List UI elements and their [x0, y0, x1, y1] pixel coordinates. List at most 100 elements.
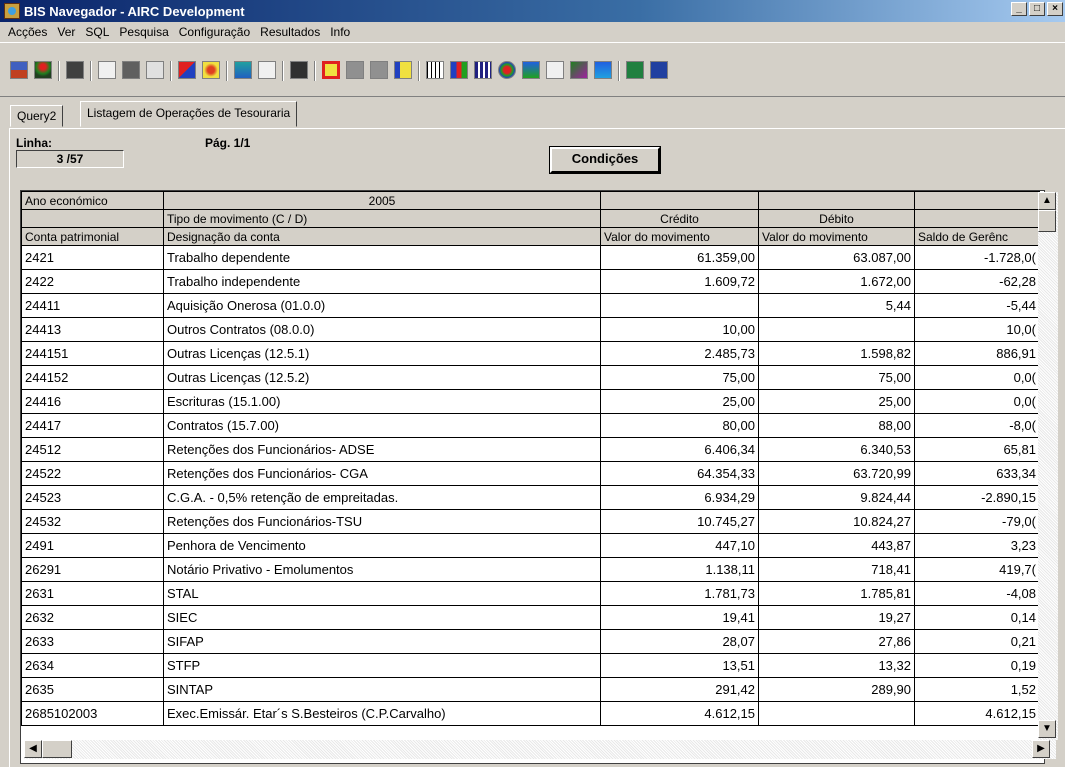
excel-icon[interactable] — [626, 61, 644, 79]
cell-saldo[interactable]: -79,0( — [914, 509, 1040, 534]
menu-info[interactable]: Info — [326, 25, 356, 39]
cell-conta[interactable]: 2633 — [21, 629, 164, 654]
cell-credito[interactable]: 28,07 — [600, 629, 759, 654]
cell-designacao[interactable]: Outros Contratos (08.0.0) — [163, 317, 601, 342]
save-icon[interactable] — [290, 61, 308, 79]
cell-conta[interactable]: 24416 — [21, 389, 164, 414]
table-row[interactable]: 24411 Aquisição Onerosa (01.0.0) 5,44 -5,44 — [21, 293, 1040, 318]
cell-saldo[interactable]: -4,08 — [914, 581, 1040, 606]
menu-sql[interactable]: SQL — [81, 25, 115, 39]
cell-saldo[interactable]: 0,21 — [914, 629, 1040, 654]
table-row[interactable]: 24522 Retenções dos Funcionários- CGA 64.3… — [21, 461, 1040, 486]
cell-credito[interactable]: 6.406,34 — [600, 437, 759, 462]
tab-listagem[interactable]: Listagem de Operações de Tesouraria — [80, 101, 298, 127]
cell-credito[interactable]: 61.359,00 — [600, 245, 759, 270]
cell-credito[interactable]: 291,42 — [600, 677, 759, 702]
cell-saldo[interactable]: -2.890,15 — [914, 485, 1040, 510]
blank-icon[interactable] — [346, 61, 364, 79]
cell-saldo[interactable]: 419,7( — [914, 557, 1040, 582]
cell-debito[interactable]: 1.598,82 — [758, 341, 915, 366]
cube-icon[interactable] — [178, 61, 196, 79]
cell-debito[interactable]: 289,90 — [758, 677, 915, 702]
cell-conta[interactable]: 2491 — [21, 533, 164, 558]
cell-debito[interactable]: 1.672,00 — [758, 269, 915, 294]
cell-designacao[interactable]: SIEC — [163, 605, 601, 630]
cell-designacao[interactable]: Retenções dos Funcionários- ADSE — [163, 437, 601, 462]
table-row[interactable]: 2634 STFP 13,51 13,32 0,19 — [21, 653, 1040, 678]
cell-designacao[interactable]: SINTAP — [163, 677, 601, 702]
area-chart-icon[interactable] — [522, 61, 540, 79]
cell-credito[interactable]: 2.485,73 — [600, 341, 759, 366]
table-row[interactable]: 26291 Notário Privativo - Emolumentos 1.13… — [21, 557, 1040, 582]
cell-credito[interactable]: 1.138,11 — [600, 557, 759, 582]
column-chart-icon[interactable] — [474, 61, 492, 79]
print-icon[interactable] — [122, 61, 140, 79]
stacked-chart-icon[interactable] — [594, 61, 612, 79]
cell-designacao[interactable]: Outras Licenças (12.5.1) — [163, 341, 601, 366]
cell-conta[interactable]: 2635 — [21, 677, 164, 702]
table-row[interactable]: 2632 SIEC 19,41 19,27 0,14 — [21, 605, 1040, 630]
cell-saldo[interactable]: 10,0( — [914, 317, 1040, 342]
cell-credito[interactable]: 75,00 — [600, 365, 759, 390]
cell-debito[interactable]: 25,00 — [758, 389, 915, 414]
cell-credito[interactable] — [600, 293, 759, 318]
minimize-button[interactable]: _ — [1011, 2, 1027, 16]
traffic-light-icon[interactable] — [34, 61, 52, 79]
table-row[interactable]: 2491 Penhora de Vencimento 447,10 443,87 3,2… — [21, 533, 1040, 558]
cell-credito[interactable]: 447,10 — [600, 533, 759, 558]
horizontal-scrollbar[interactable]: ◀ ▶ — [24, 740, 1056, 759]
table-row[interactable]: 244151 Outras Licenças (12.5.1) 2.485,73 1.… — [21, 341, 1040, 366]
cell-conta[interactable]: 24417 — [21, 413, 164, 438]
cell-designacao[interactable]: Trabalho dependente — [163, 245, 601, 270]
cell-saldo[interactable]: 0,0( — [914, 389, 1040, 414]
cell-debito[interactable]: 63.087,00 — [758, 245, 915, 270]
cell-conta[interactable]: 2632 — [21, 605, 164, 630]
cell-credito[interactable]: 19,41 — [600, 605, 759, 630]
cell-credito[interactable]: 6.934,29 — [600, 485, 759, 510]
bar-chart-icon[interactable] — [450, 61, 468, 79]
cell-credito[interactable]: 64.354,33 — [600, 461, 759, 486]
copy-icon[interactable] — [66, 61, 84, 79]
cell-conta[interactable]: 2685102003 — [21, 701, 164, 726]
cell-saldo[interactable]: -8,0( — [914, 413, 1040, 438]
cell-debito[interactable] — [758, 317, 915, 342]
table-row[interactable]: 24523 C.G.A. - 0,5% retenção de empreitad… — [21, 485, 1040, 510]
cell-debito[interactable]: 88,00 — [758, 413, 915, 438]
frame-icon[interactable] — [322, 61, 340, 79]
line-chart-icon[interactable] — [546, 61, 564, 79]
cell-conta[interactable]: 2634 — [21, 653, 164, 678]
cell-conta[interactable]: 24522 — [21, 461, 164, 486]
scroll-down-button[interactable]: ▼ — [1038, 720, 1056, 738]
cell-designacao[interactable]: C.G.A. - 0,5% retenção de empreitadas. — [163, 485, 601, 510]
table-row[interactable]: 24532 Retenções dos Funcionários-TSU 10.74… — [21, 509, 1040, 534]
menu-resultados[interactable]: Resultados — [256, 25, 326, 39]
grid-icon[interactable] — [426, 61, 444, 79]
cell-designacao[interactable]: Outras Licenças (12.5.2) — [163, 365, 601, 390]
close-button[interactable]: × — [1047, 2, 1063, 16]
cell-debito[interactable]: 718,41 — [758, 557, 915, 582]
cell-saldo[interactable]: 1,52 — [914, 677, 1040, 702]
cell-debito[interactable] — [758, 701, 915, 726]
cell-designacao[interactable]: Exec.Emissár. Etar´s S.Besteiros (C.P.Ca… — [163, 701, 601, 726]
table-row[interactable]: 2631 STAL 1.781,73 1.785,81 -4,08 — [21, 581, 1040, 606]
cell-saldo[interactable]: 0,19 — [914, 653, 1040, 678]
tab-query2[interactable]: Query2 — [10, 105, 64, 127]
table-row[interactable]: 24416 Escrituras (15.1.00) 25,00 25,00 0,0( — [21, 389, 1040, 414]
cell-credito[interactable]: 80,00 — [600, 413, 759, 438]
cell-debito[interactable]: 63.720,99 — [758, 461, 915, 486]
cell-saldo[interactable]: 65,81 — [914, 437, 1040, 462]
cell-saldo[interactable]: -1.728,0( — [914, 245, 1040, 270]
cell-designacao[interactable]: Trabalho independente — [163, 269, 601, 294]
conditions-button[interactable]: Condições — [549, 146, 661, 174]
cell-conta[interactable]: 26291 — [21, 557, 164, 582]
cell-debito[interactable]: 75,00 — [758, 365, 915, 390]
cell-designacao[interactable]: STAL — [163, 581, 601, 606]
cell-debito[interactable]: 19,27 — [758, 605, 915, 630]
table-row[interactable]: 24413 Outros Contratos (08.0.0) 10,00 10,0( — [21, 317, 1040, 342]
chart-icon[interactable] — [234, 61, 252, 79]
cell-conta[interactable]: 24512 — [21, 437, 164, 462]
scroll-up-button[interactable]: ▲ — [1038, 192, 1056, 210]
blank-icon[interactable] — [370, 61, 388, 79]
cell-debito[interactable]: 9.824,44 — [758, 485, 915, 510]
cell-saldo[interactable]: 0,14 — [914, 605, 1040, 630]
